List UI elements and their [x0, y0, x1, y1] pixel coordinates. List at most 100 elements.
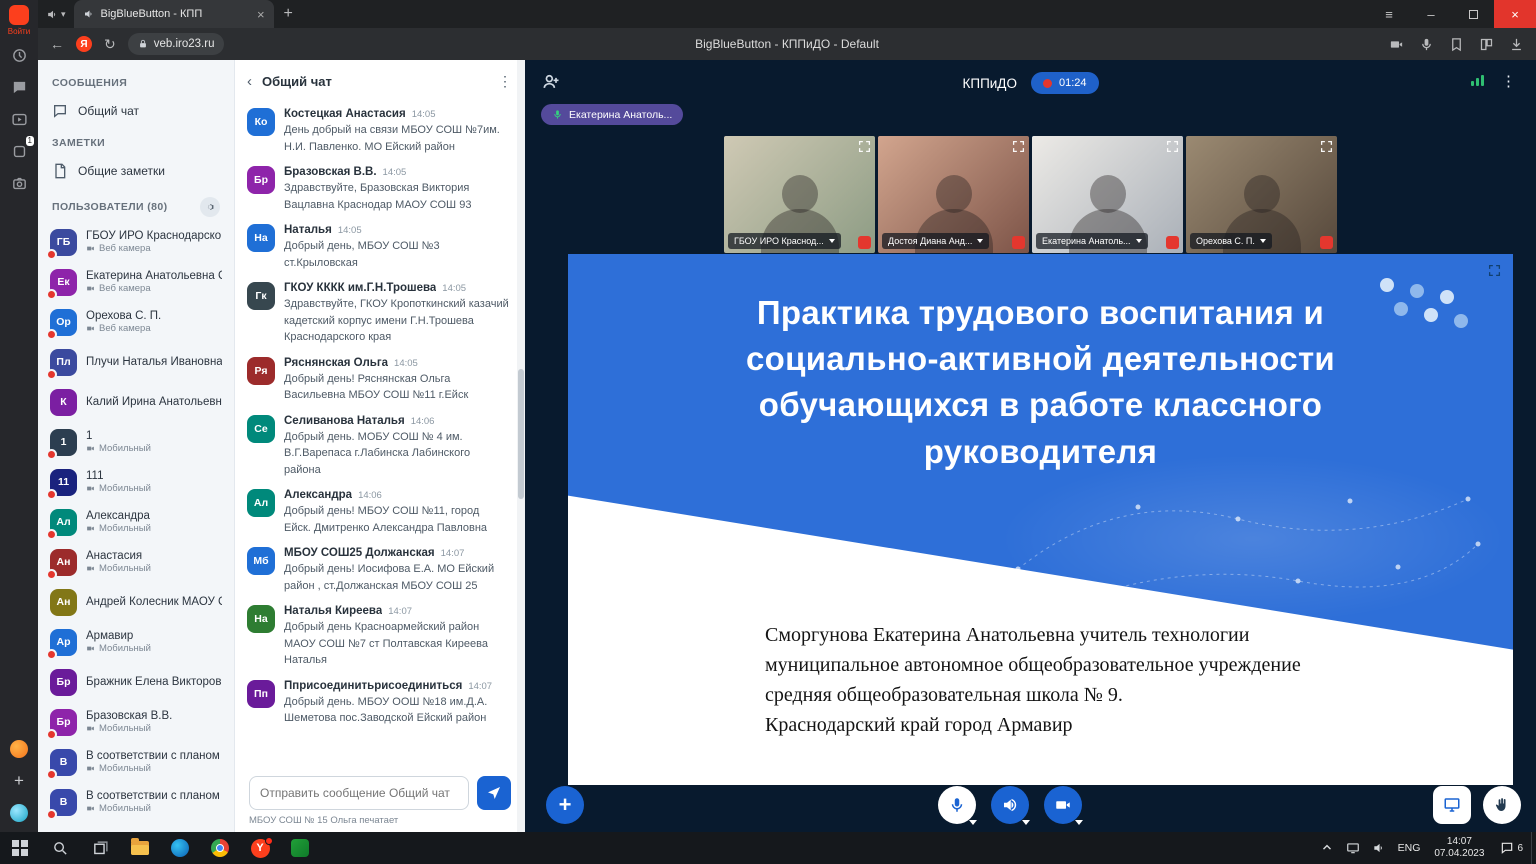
tab-audio-control[interactable]: ▾ [38, 0, 74, 28]
webcam-name-label[interactable]: ГБОУ ИРО Краснод... [728, 233, 841, 249]
window-minimize-button[interactable]: – [1410, 0, 1452, 28]
sidebar-item-public-chat[interactable]: Общий чат [38, 94, 234, 128]
chrome-icon[interactable] [200, 832, 240, 864]
tray-volume-icon[interactable] [1366, 832, 1392, 864]
slide-fullscreen-icon[interactable] [1488, 264, 1501, 282]
yandex-icon[interactable]: Y [240, 832, 280, 864]
manage-users-button[interactable] [200, 197, 220, 217]
message-avatar: Се [247, 415, 275, 443]
raise-hand-button[interactable] [1483, 786, 1521, 824]
webcam-fullscreen-icon[interactable] [1320, 140, 1333, 158]
user-list-item[interactable]: Ан Андрей Колесник МАОУ СОШ18 [38, 582, 234, 622]
scrollbar-thumb[interactable] [518, 369, 524, 499]
user-list-item[interactable]: Ан Анастасия Мобильный [38, 542, 234, 582]
clock[interactable]: 14:07 07.04.2023 [1426, 836, 1492, 861]
webcam-fullscreen-icon[interactable] [1166, 140, 1179, 158]
user-list-item[interactable]: Бр Бразовская В.В. Мобильный [38, 702, 234, 742]
refresh-button[interactable]: ↻ [104, 36, 116, 53]
yandex-search-icon[interactable]: Я [76, 36, 92, 52]
search-icon[interactable] [40, 832, 80, 864]
tray-display-icon[interactable] [1340, 832, 1366, 864]
start-icon[interactable] [0, 832, 40, 864]
chevron-down-icon: ▾ [61, 9, 66, 20]
user-name: Калий Ирина Анатольевна [86, 396, 222, 408]
mobile-badge-icon [46, 329, 57, 340]
sidebar-item-shared-notes[interactable]: Общие заметки [38, 154, 234, 188]
mic-icon[interactable] [1419, 37, 1434, 52]
browser-menu-icon[interactable]: ≡ [1368, 0, 1410, 28]
chat-back-button[interactable]: ‹ [247, 73, 252, 90]
slide-title-line: руководителя [606, 429, 1475, 475]
mobile-badge-icon [46, 729, 57, 740]
user-list-item[interactable]: 11 111 Мобильный [38, 462, 234, 502]
download-icon[interactable] [1509, 37, 1524, 52]
user-list-item[interactable]: В В соответствии с планом ме Мобильный [38, 782, 234, 822]
edge-icon[interactable] [160, 832, 200, 864]
screenshare-button[interactable] [1433, 786, 1471, 824]
user-list-item[interactable]: 1 1 Мобильный [38, 422, 234, 462]
explorer-icon[interactable] [120, 832, 160, 864]
user-device-label: Мобильный [86, 723, 172, 734]
add-panel-icon[interactable]: + [6, 768, 32, 794]
taskview-icon[interactable] [80, 832, 120, 864]
video-call-icon[interactable] [1389, 37, 1404, 52]
app-icon[interactable] [280, 832, 320, 864]
window-maximize-button[interactable] [1452, 0, 1494, 28]
audio-options-chevron[interactable] [1022, 820, 1030, 825]
url-field[interactable]: veb.iro23.ru [128, 33, 225, 55]
user-list-item[interactable]: Пл Плучи Наталья Ивановна [38, 342, 234, 382]
screenshot-icon[interactable] [6, 170, 32, 196]
webcam-button[interactable] [1044, 786, 1082, 824]
language-indicator[interactable]: ENG [1392, 842, 1427, 854]
bookmark-flag-icon[interactable] [1449, 37, 1464, 52]
recording-indicator[interactable]: 01:24 [1031, 72, 1099, 94]
mic-options-chevron[interactable] [969, 820, 977, 825]
user-name: Бражник Елена Викторовна [86, 676, 222, 688]
show-desktop-button[interactable] [1531, 832, 1536, 864]
user-list-item[interactable]: Ар Армавир Мобильный [38, 622, 234, 662]
notifications-icon[interactable]: 1 [6, 138, 32, 164]
video-service-icon[interactable] [6, 106, 32, 132]
history-icon[interactable] [6, 42, 32, 68]
alice-icon[interactable] [6, 800, 32, 826]
browser-tab[interactable]: BigBlueButton - КПП × [74, 0, 274, 28]
chat-message: Бр Бразовская В.В. 14:05 Здравствуйте, Б… [247, 166, 509, 213]
collections-icon[interactable] [1479, 37, 1494, 52]
talking-indicator[interactable]: Екатерина Анатоль... [541, 104, 683, 125]
russia-map-decoration [998, 449, 1488, 629]
user-list-item[interactable]: К Калий Ирина Анатольевна [38, 382, 234, 422]
mute-button[interactable] [938, 786, 976, 824]
back-button[interactable]: ← [50, 36, 64, 52]
audio-button[interactable] [991, 786, 1029, 824]
tab-close-icon[interactable]: × [257, 7, 265, 22]
action-center-button[interactable]: 6 [1492, 841, 1531, 855]
new-tab-button[interactable]: + [284, 5, 293, 23]
chat-message-input[interactable] [249, 776, 469, 810]
user-list-item[interactable]: Ал Александра Мобильный [38, 502, 234, 542]
chat-options-icon[interactable]: ⋮ [498, 73, 513, 90]
connection-status-icon[interactable] [1471, 75, 1484, 86]
webcam-name-label[interactable]: Екатерина Анатоль... [1036, 233, 1148, 249]
webcam-fullscreen-icon[interactable] [858, 140, 871, 158]
send-message-button[interactable] [477, 776, 511, 810]
manage-participants-icon[interactable] [541, 72, 561, 97]
user-list-item[interactable]: Бр Бражник Елена Викторовна [38, 662, 234, 702]
webcam-name-label[interactable]: Достоя Диана Анд... [882, 233, 989, 249]
login-button[interactable]: Войти [8, 5, 30, 36]
messenger-icon[interactable] [6, 74, 32, 100]
webcam-fullscreen-icon[interactable] [1012, 140, 1025, 158]
message-author: Наталья Киреева [284, 605, 382, 617]
games-icon[interactable] [6, 736, 32, 762]
user-list-item[interactable]: ГБ ГБОУ ИРО Краснодарског... (Вы) Веб ка… [38, 222, 234, 262]
tray-chevron-icon[interactable] [1314, 832, 1340, 864]
webcam-options-chevron[interactable] [1075, 820, 1083, 825]
user-list-item[interactable]: Ор Орехова С. П. Веб камера [38, 302, 234, 342]
actions-plus-button[interactable]: + [546, 786, 584, 824]
user-list-item[interactable]: В В соответствии с планом ме Мобильный [38, 742, 234, 782]
user-list-item[interactable]: Ек Екатерина Анатольевна СОШ9 Веб камера [38, 262, 234, 302]
chat-scrollbar[interactable] [517, 60, 525, 832]
webcam-name-label[interactable]: Орехова С. П. [1190, 233, 1272, 249]
meeting-options-icon[interactable]: ⋮ [1501, 72, 1516, 90]
av-controls [938, 786, 1082, 824]
window-close-button[interactable]: × [1494, 0, 1536, 28]
